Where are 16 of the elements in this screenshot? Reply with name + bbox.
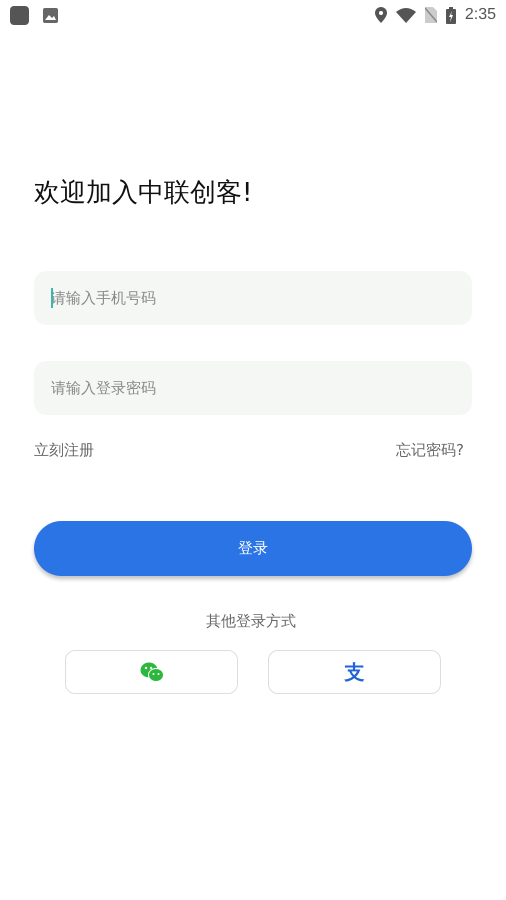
alipay-login-button[interactable]: 支 (268, 650, 441, 694)
status-time: 2:35 (464, 5, 496, 25)
no-sim-icon (424, 7, 437, 23)
wechat-login-button[interactable] (65, 650, 238, 694)
login-button[interactable]: 登录 (34, 520, 472, 576)
chat-bubbles-icon (140, 662, 164, 682)
other-login-label: 其他登录方式 (206, 610, 296, 632)
battery-icon (446, 6, 456, 24)
image-icon (43, 8, 58, 22)
location-icon (374, 7, 387, 23)
wifi-icon (396, 8, 416, 22)
welcome-title: 欢迎加入中联创客! (34, 177, 254, 210)
app-notification-icon (10, 6, 29, 24)
register-link[interactable]: 立刻注册 (34, 439, 94, 462)
forgot-password-link[interactable]: 忘记密码? (396, 439, 464, 462)
input-field[interactable]: 请输入登录密码 (34, 361, 472, 415)
